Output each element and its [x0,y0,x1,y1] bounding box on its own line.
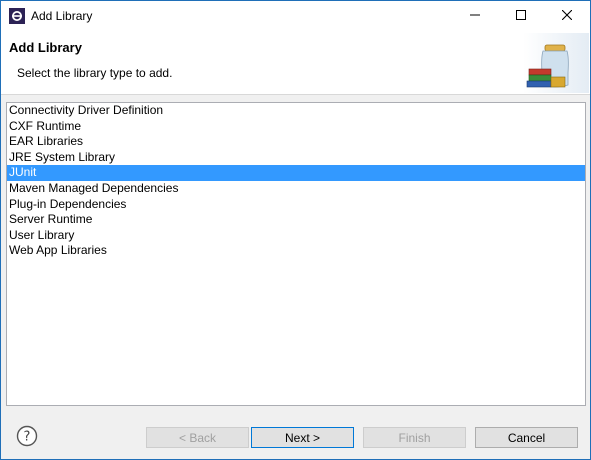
minimize-button[interactable] [452,1,498,31]
help-button[interactable]: ? [16,425,38,447]
add-library-dialog: Add Library Add Library Select the libra… [0,0,591,460]
list-item-junit[interactable]: JUnit [7,165,585,181]
close-button[interactable] [544,1,590,31]
finish-button[interactable]: Finish [363,427,466,448]
list-item-maven-managed-dependencies[interactable]: Maven Managed Dependencies [7,181,585,197]
help-icon: ? [16,425,38,450]
library-type-list[interactable]: Connectivity Driver Definition CXF Runti… [6,102,586,406]
maximize-icon [516,9,526,23]
eclipse-icon [9,8,25,24]
library-jar-books-image [523,33,589,93]
list-item-server-runtime[interactable]: Server Runtime [7,212,585,228]
window-title: Add Library [31,9,93,23]
close-icon [561,9,573,23]
maximize-button[interactable] [498,1,544,31]
wizard-banner: Add Library Select the library type to a… [1,31,590,95]
cancel-button[interactable]: Cancel [475,427,578,448]
title-bar[interactable]: Add Library [1,1,590,31]
list-item-plug-in-dependencies[interactable]: Plug-in Dependencies [7,197,585,213]
next-button[interactable]: Next > [251,427,354,448]
list-item-user-library[interactable]: User Library [7,228,585,244]
svg-text:?: ? [24,430,31,445]
banner-title: Add Library [9,40,82,55]
minimize-icon [470,9,480,23]
list-item-jre-system-library[interactable]: JRE System Library [7,150,585,166]
list-item-ear-libraries[interactable]: EAR Libraries [7,134,585,150]
list-item-cxf-runtime[interactable]: CXF Runtime [7,119,585,135]
list-item-connectivity-driver-definition[interactable]: Connectivity Driver Definition [7,103,585,119]
back-button[interactable]: < Back [146,427,249,448]
banner-description: Select the library type to add. [17,66,173,80]
list-item-web-app-libraries[interactable]: Web App Libraries [7,243,585,259]
